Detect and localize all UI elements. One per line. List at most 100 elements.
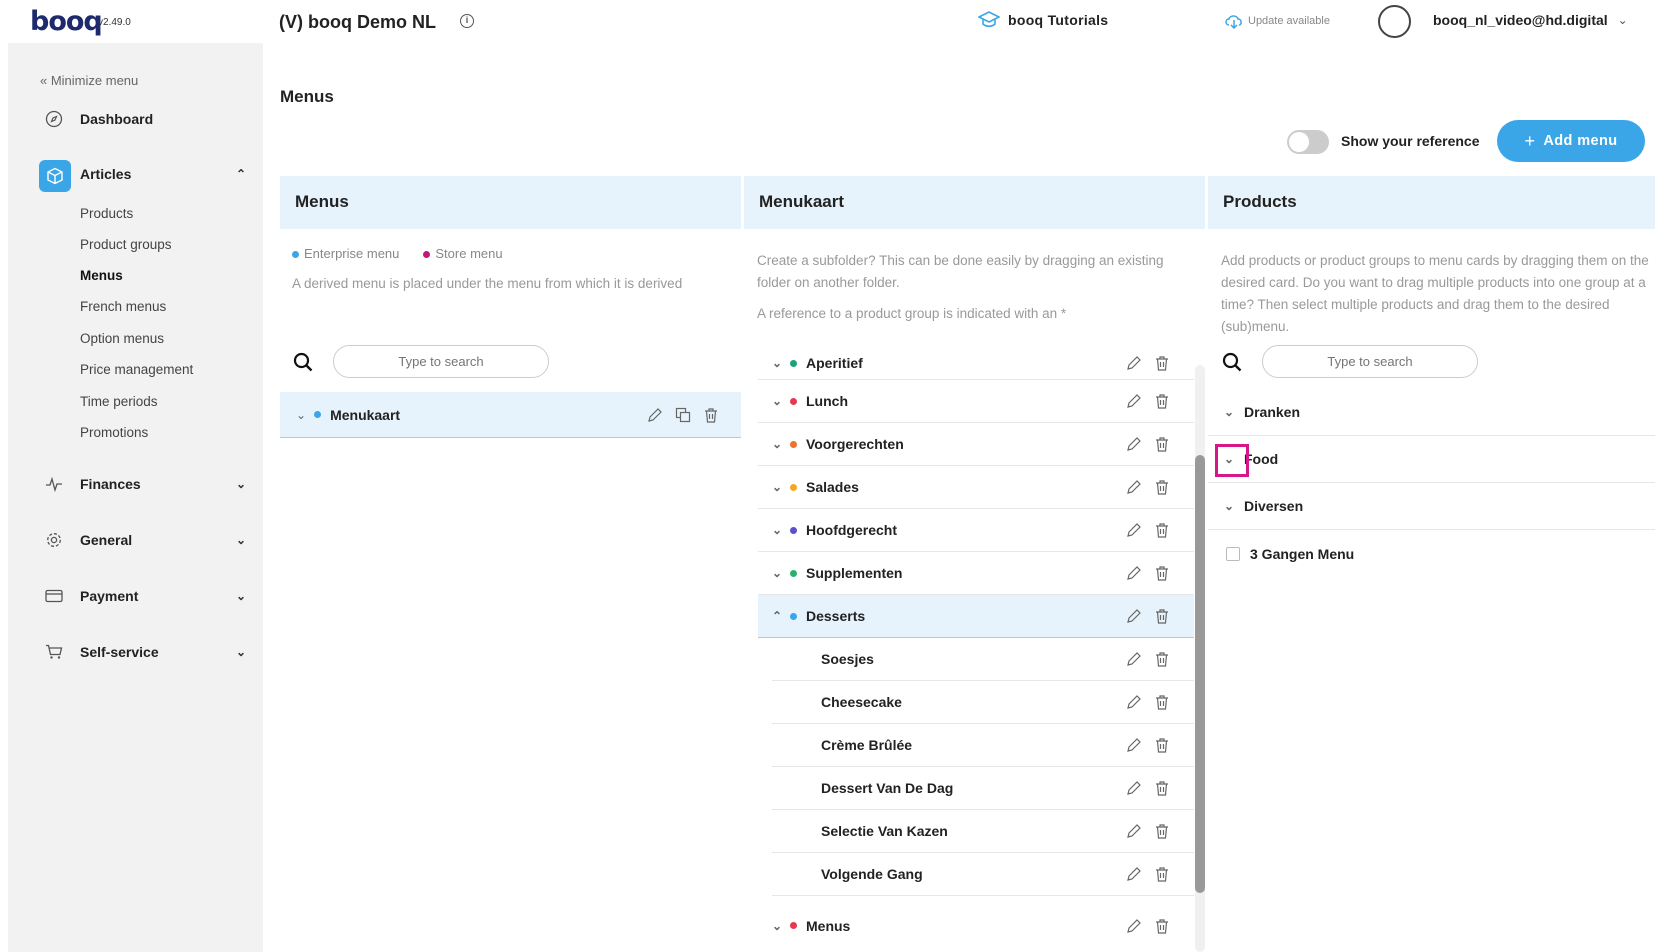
products-search-input[interactable] <box>1262 345 1478 378</box>
menus-search-input[interactable] <box>333 345 549 378</box>
edit-icon[interactable] <box>1126 737 1142 753</box>
sidebar-item-finances[interactable]: Finances ⌄ <box>44 474 246 494</box>
menu-folder-row[interactable]: ⌄ Hoofdgerecht <box>758 509 1194 552</box>
menu-subitem-row[interactable]: Selectie Van Kazen <box>772 810 1194 853</box>
edit-icon[interactable] <box>1126 355 1142 371</box>
row-actions <box>1126 823 1170 839</box>
sidebar-sub-menus[interactable]: Menus <box>80 268 123 283</box>
edit-icon[interactable] <box>1126 823 1142 839</box>
menu-folder-row[interactable]: ⌄ Salades <box>758 466 1194 509</box>
trash-icon[interactable] <box>1154 565 1170 581</box>
sidebar-sub-price-management[interactable]: Price management <box>80 362 193 377</box>
trash-icon[interactable] <box>1154 866 1170 882</box>
sidebar-sub-products[interactable]: Products <box>80 206 133 221</box>
account-menu[interactable]: booq_nl_video@hd.digital ⌄ <box>1433 12 1628 28</box>
product-3-gangen-menu[interactable]: 3 Gangen Menu <box>1208 530 1655 577</box>
trash-icon[interactable] <box>1154 918 1170 934</box>
row-actions <box>1126 355 1170 371</box>
tutorials-link[interactable]: booq Tutorials <box>978 11 1108 29</box>
edit-icon[interactable] <box>1126 694 1142 710</box>
menu-item-menukaart[interactable]: ⌄ Menukaart <box>280 392 741 438</box>
trash-icon[interactable] <box>703 407 719 423</box>
trash-icon[interactable] <box>1154 694 1170 710</box>
sidebar-item-payment[interactable]: Payment ⌄ <box>44 586 246 606</box>
edit-icon[interactable] <box>1126 436 1142 452</box>
show-reference-toggle[interactable] <box>1287 130 1329 154</box>
trash-icon[interactable] <box>1154 436 1170 452</box>
edit-icon[interactable] <box>1126 866 1142 882</box>
menu-subitem-row[interactable]: Soesjes <box>772 638 1194 681</box>
menu-subitem-row[interactable]: Crème Brûlée <box>772 724 1194 767</box>
chevron-down-icon[interactable]: ⌄ <box>296 408 306 422</box>
menu-folder-row[interactable]: ⌄ Aperitief <box>758 347 1194 380</box>
product-group-food[interactable]: ⌄ Food <box>1208 436 1655 483</box>
copy-icon[interactable] <box>675 407 691 423</box>
update-available[interactable]: Update available <box>1224 13 1330 29</box>
chevron-down-icon[interactable]: ⌄ <box>764 523 790 537</box>
edit-icon[interactable] <box>1126 780 1142 796</box>
show-reference-label: Show your reference <box>1341 133 1480 149</box>
menu-folder-row[interactable]: ⌄ Lunch <box>758 380 1194 423</box>
edit-icon[interactable] <box>647 407 663 423</box>
menu-folder-row[interactable]: ⌃ Desserts <box>758 595 1194 638</box>
trash-icon[interactable] <box>1154 393 1170 409</box>
menu-folder-row[interactable]: ⌄ Supplementen <box>758 552 1194 595</box>
row-actions <box>1126 479 1170 495</box>
avatar[interactable] <box>1378 5 1411 38</box>
menu-folder-row[interactable]: ⌄ Menus <box>758 904 1194 947</box>
trash-icon[interactable] <box>1154 651 1170 667</box>
booq-logo[interactable]: booq <box>30 6 103 37</box>
add-menu-button[interactable]: + Add menu <box>1497 120 1645 162</box>
trash-icon[interactable] <box>1154 355 1170 371</box>
chevron-down-icon[interactable]: ⌄ <box>764 919 790 933</box>
chevron-down-icon[interactable]: ⌄ <box>764 566 790 580</box>
graduation-cap-icon <box>978 11 1000 28</box>
sidebar-item-general[interactable]: General ⌄ <box>44 530 246 550</box>
trash-icon[interactable] <box>1154 780 1170 796</box>
edit-icon[interactable] <box>1126 522 1142 538</box>
product-group-label: Dranken <box>1244 404 1301 420</box>
sidebar-item-self-service[interactable]: Self-service ⌄ <box>44 642 246 662</box>
sidebar-item-dashboard[interactable]: Dashboard <box>44 109 244 129</box>
sidebar-sub-french-menus[interactable]: French menus <box>80 299 166 314</box>
product-checkbox[interactable] <box>1226 546 1240 561</box>
menu-subitem-row[interactable]: Volgende Gang <box>772 853 1194 896</box>
menu-subitem-row[interactable]: Dessert Van De Dag <box>772 767 1194 810</box>
gear-icon <box>44 530 64 550</box>
trash-icon[interactable] <box>1154 479 1170 495</box>
sidebar-sub-option-menus[interactable]: Option menus <box>80 331 164 346</box>
menu-subitem-row[interactable]: Cheesecake <box>772 681 1194 724</box>
edit-icon[interactable] <box>1126 479 1142 495</box>
chevron-down-icon[interactable]: ⌄ <box>764 437 790 451</box>
trash-icon[interactable] <box>1154 522 1170 538</box>
menu-folder-row[interactable]: ⌄ Voorgerechten <box>758 423 1194 466</box>
trash-icon[interactable] <box>1154 608 1170 624</box>
info-icon[interactable]: i <box>460 14 474 28</box>
chevron-down-icon[interactable]: ⌄ <box>1224 499 1244 513</box>
edit-icon[interactable] <box>1126 393 1142 409</box>
chevron-down-icon[interactable]: ⌄ <box>764 480 790 494</box>
menu-subitem-label: Volgende Gang <box>821 866 923 882</box>
sidebar-sub-product-groups[interactable]: Product groups <box>80 237 172 252</box>
edit-icon[interactable] <box>1126 651 1142 667</box>
folder-color-dot <box>790 612 797 620</box>
search-icon[interactable] <box>1222 352 1242 372</box>
edit-icon[interactable] <box>1126 918 1142 934</box>
chevron-up-icon[interactable]: ⌃ <box>764 609 790 623</box>
edit-icon[interactable] <box>1126 565 1142 581</box>
sidebar-item-articles[interactable]: Articles ⌃ <box>80 166 246 182</box>
chevron-down-icon[interactable]: ⌄ <box>1224 405 1244 419</box>
chevron-down-icon[interactable]: ⌄ <box>764 356 790 370</box>
trash-icon[interactable] <box>1154 823 1170 839</box>
sidebar-sub-promotions[interactable]: Promotions <box>80 425 148 440</box>
product-group-dranken[interactable]: ⌄ Dranken <box>1208 389 1655 436</box>
search-icon[interactable] <box>293 352 313 372</box>
minimize-menu-link[interactable]: « Minimize menu <box>40 73 138 88</box>
product-group-label: Diversen <box>1244 498 1304 514</box>
sidebar-sub-time-periods[interactable]: Time periods <box>80 394 158 409</box>
trash-icon[interactable] <box>1154 737 1170 753</box>
scrollbar-thumb[interactable] <box>1195 455 1205 893</box>
chevron-down-icon[interactable]: ⌄ <box>764 394 790 408</box>
product-group-diversen[interactable]: ⌄ Diversen <box>1208 483 1655 530</box>
edit-icon[interactable] <box>1126 608 1142 624</box>
